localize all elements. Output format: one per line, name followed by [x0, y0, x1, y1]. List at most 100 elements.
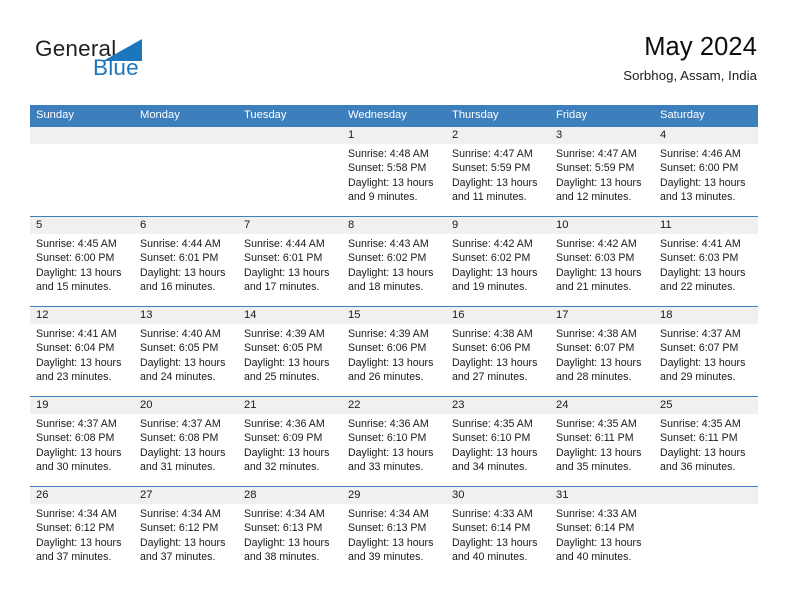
day-cell[interactable]: Sunrise: 4:36 AM Sunset: 6:09 PM Dayligh… — [238, 414, 342, 486]
day-number[interactable] — [30, 127, 134, 144]
day-number[interactable]: 23 — [446, 397, 550, 414]
day-cell[interactable]: Sunrise: 4:44 AM Sunset: 6:01 PM Dayligh… — [238, 234, 342, 306]
day-number[interactable]: 17 — [550, 307, 654, 324]
day-cell[interactable]: Sunrise: 4:42 AM Sunset: 6:02 PM Dayligh… — [446, 234, 550, 306]
day-cell[interactable]: Sunrise: 4:35 AM Sunset: 6:11 PM Dayligh… — [550, 414, 654, 486]
day-number[interactable]: 10 — [550, 217, 654, 234]
day-number[interactable]: 1 — [342, 127, 446, 144]
day-cell[interactable]: Sunrise: 4:39 AM Sunset: 6:05 PM Dayligh… — [238, 324, 342, 396]
daylight-text-line1: Daylight: 13 hours — [244, 446, 330, 459]
day-number[interactable]: 28 — [238, 487, 342, 504]
daylight-text-line1: Daylight: 13 hours — [660, 266, 746, 279]
day-number[interactable] — [654, 487, 758, 504]
daylight-text-line1: Daylight: 13 hours — [348, 446, 434, 459]
day-number[interactable] — [134, 127, 238, 144]
day-cell[interactable]: Sunrise: 4:46 AM Sunset: 6:00 PM Dayligh… — [654, 144, 758, 216]
day-number[interactable]: 8 — [342, 217, 446, 234]
daylight-text-line2: and 19 minutes. — [452, 281, 528, 294]
day-number[interactable]: 7 — [238, 217, 342, 234]
day-cell[interactable] — [134, 144, 238, 216]
day-cell[interactable]: Sunrise: 4:37 AM Sunset: 6:08 PM Dayligh… — [134, 414, 238, 486]
daylight-text-line1: Daylight: 13 hours — [556, 446, 642, 459]
day-number[interactable] — [238, 127, 342, 144]
day-cell[interactable]: Sunrise: 4:34 AM Sunset: 6:13 PM Dayligh… — [342, 504, 446, 576]
brand-name-blue: Blue — [93, 55, 139, 80]
day-number[interactable]: 3 — [550, 127, 654, 144]
day-number[interactable]: 24 — [550, 397, 654, 414]
sunset-text: Sunset: 6:03 PM — [556, 252, 635, 265]
day-number[interactable]: 11 — [654, 217, 758, 234]
day-cell[interactable]: Sunrise: 4:44 AM Sunset: 6:01 PM Dayligh… — [134, 234, 238, 306]
day-number[interactable]: 26 — [30, 487, 134, 504]
page-subtitle: Sorbhog, Assam, India — [623, 68, 757, 84]
day-number[interactable]: 18 — [654, 307, 758, 324]
day-cell[interactable]: Sunrise: 4:33 AM Sunset: 6:14 PM Dayligh… — [446, 504, 550, 576]
day-number[interactable]: 9 — [446, 217, 550, 234]
sunset-text: Sunset: 6:05 PM — [244, 342, 323, 355]
day-number[interactable]: 22 — [342, 397, 446, 414]
day-number[interactable]: 19 — [30, 397, 134, 414]
week-day-numbers: 19 20 21 22 23 24 25 — [30, 397, 758, 414]
daylight-text-line2: and 34 minutes. — [452, 461, 528, 474]
day-number[interactable]: 29 — [342, 487, 446, 504]
day-number[interactable]: 6 — [134, 217, 238, 234]
day-number[interactable]: 27 — [134, 487, 238, 504]
day-number[interactable]: 25 — [654, 397, 758, 414]
day-number[interactable]: 30 — [446, 487, 550, 504]
day-cell[interactable]: Sunrise: 4:41 AM Sunset: 6:04 PM Dayligh… — [30, 324, 134, 396]
sunset-text: Sunset: 6:12 PM — [140, 522, 219, 535]
day-number[interactable]: 2 — [446, 127, 550, 144]
day-number[interactable]: 12 — [30, 307, 134, 324]
day-number[interactable]: 20 — [134, 397, 238, 414]
day-cell[interactable]: Sunrise: 4:34 AM Sunset: 6:12 PM Dayligh… — [30, 504, 134, 576]
daylight-text-line1: Daylight: 13 hours — [348, 176, 434, 189]
day-number[interactable]: 5 — [30, 217, 134, 234]
day-cell[interactable]: Sunrise: 4:43 AM Sunset: 6:02 PM Dayligh… — [342, 234, 446, 306]
day-cell[interactable]: Sunrise: 4:35 AM Sunset: 6:10 PM Dayligh… — [446, 414, 550, 486]
daylight-text-line2: and 37 minutes. — [36, 551, 112, 564]
day-number[interactable]: 14 — [238, 307, 342, 324]
day-cell[interactable]: Sunrise: 4:33 AM Sunset: 6:14 PM Dayligh… — [550, 504, 654, 576]
daylight-text-line2: and 28 minutes. — [556, 371, 632, 384]
day-cell[interactable]: Sunrise: 4:48 AM Sunset: 5:58 PM Dayligh… — [342, 144, 446, 216]
day-cell[interactable]: Sunrise: 4:41 AM Sunset: 6:03 PM Dayligh… — [654, 234, 758, 306]
daylight-text-line1: Daylight: 13 hours — [452, 176, 538, 189]
daylight-text-line2: and 31 minutes. — [140, 461, 216, 474]
day-cell[interactable]: Sunrise: 4:37 AM Sunset: 6:07 PM Dayligh… — [654, 324, 758, 396]
sunrise-text: Sunrise: 4:41 AM — [660, 238, 741, 250]
day-cell[interactable]: Sunrise: 4:39 AM Sunset: 6:06 PM Dayligh… — [342, 324, 446, 396]
day-cell[interactable] — [654, 504, 758, 576]
daylight-text-line1: Daylight: 13 hours — [348, 536, 434, 549]
day-number[interactable]: 31 — [550, 487, 654, 504]
day-cell[interactable]: Sunrise: 4:47 AM Sunset: 5:59 PM Dayligh… — [550, 144, 654, 216]
brand-logo[interactable]: General Blue — [35, 37, 225, 88]
daylight-text-line2: and 17 minutes. — [244, 281, 320, 294]
day-cell[interactable]: Sunrise: 4:38 AM Sunset: 6:06 PM Dayligh… — [446, 324, 550, 396]
day-cell[interactable]: Sunrise: 4:37 AM Sunset: 6:08 PM Dayligh… — [30, 414, 134, 486]
day-cell[interactable]: Sunrise: 4:38 AM Sunset: 6:07 PM Dayligh… — [550, 324, 654, 396]
day-number[interactable]: 15 — [342, 307, 446, 324]
day-cell[interactable]: Sunrise: 4:34 AM Sunset: 6:13 PM Dayligh… — [238, 504, 342, 576]
day-number[interactable]: 16 — [446, 307, 550, 324]
day-cell[interactable]: Sunrise: 4:34 AM Sunset: 6:12 PM Dayligh… — [134, 504, 238, 576]
daylight-text-line1: Daylight: 13 hours — [244, 356, 330, 369]
day-cell[interactable]: Sunrise: 4:45 AM Sunset: 6:00 PM Dayligh… — [30, 234, 134, 306]
daylight-text-line1: Daylight: 13 hours — [660, 176, 746, 189]
day-cell[interactable]: Sunrise: 4:47 AM Sunset: 5:59 PM Dayligh… — [446, 144, 550, 216]
day-cell[interactable]: Sunrise: 4:40 AM Sunset: 6:05 PM Dayligh… — [134, 324, 238, 396]
sunset-text: Sunset: 6:01 PM — [140, 252, 219, 265]
day-number[interactable]: 13 — [134, 307, 238, 324]
day-number[interactable]: 21 — [238, 397, 342, 414]
day-number[interactable]: 4 — [654, 127, 758, 144]
daylight-text-line1: Daylight: 13 hours — [452, 356, 538, 369]
day-cell[interactable]: Sunrise: 4:36 AM Sunset: 6:10 PM Dayligh… — [342, 414, 446, 486]
daylight-text-line1: Daylight: 13 hours — [36, 536, 122, 549]
day-cell[interactable]: Sunrise: 4:35 AM Sunset: 6:11 PM Dayligh… — [654, 414, 758, 486]
calendar-week-row: 5 6 7 8 9 10 11 Sunrise: 4:45 AM Sunset:… — [30, 216, 758, 306]
daylight-text-line2: and 37 minutes. — [140, 551, 216, 564]
day-cell[interactable] — [238, 144, 342, 216]
day-cell[interactable]: Sunrise: 4:42 AM Sunset: 6:03 PM Dayligh… — [550, 234, 654, 306]
day-cell[interactable] — [30, 144, 134, 216]
daylight-text-line1: Daylight: 13 hours — [36, 356, 122, 369]
daylight-text-line2: and 12 minutes. — [556, 191, 632, 204]
